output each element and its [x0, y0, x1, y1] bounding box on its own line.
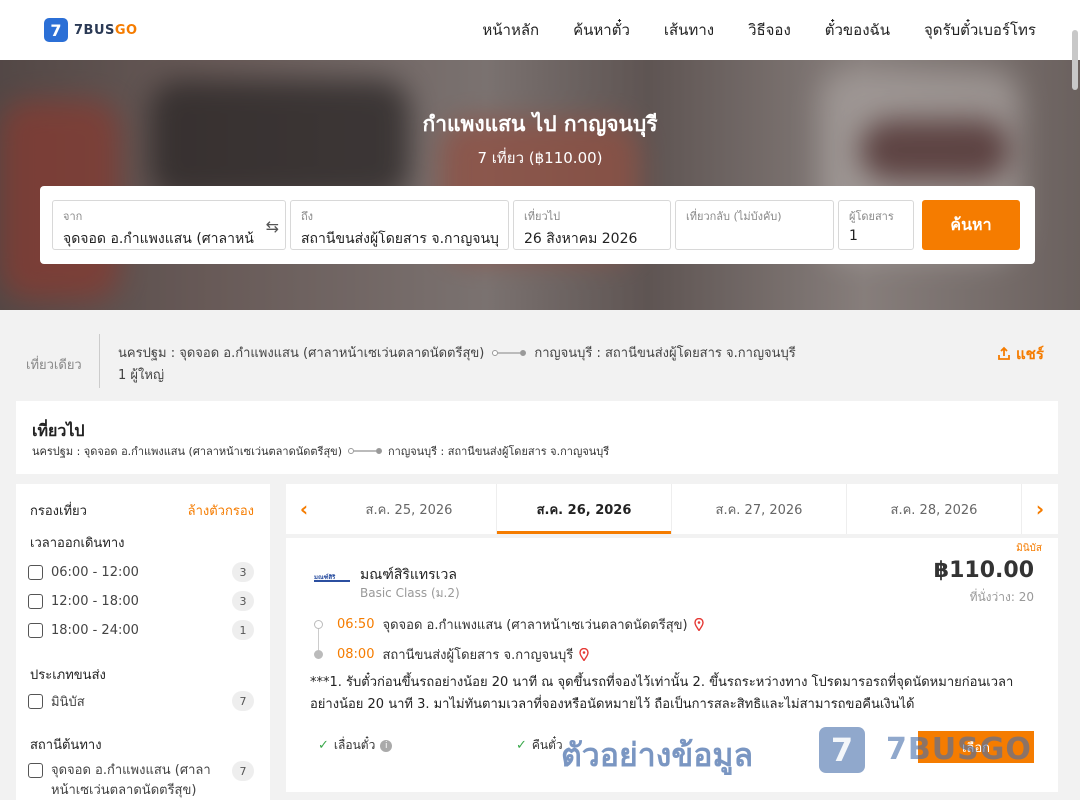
- depart-date-field[interactable]: เที่ยวไป 26 สิงหาคม 2026: [513, 200, 671, 250]
- date-tab-selected[interactable]: ส.ค. 26, 2026: [497, 484, 672, 534]
- trip-note: ***1. รับตั๋วก่อนขึ้นรถอย่างน้อย 20 นาที…: [310, 675, 1014, 712]
- nav-search-tickets[interactable]: ค้นหาตั๋ว: [573, 18, 630, 42]
- filter-section-transport-type: ประเภทขนส่ง: [30, 668, 106, 683]
- filter-option[interactable]: มินิบัส 7: [28, 690, 254, 712]
- search-bar: จาก จุดจอด อ.กำแพงแสน (ศาลาหน้าเซเว่นตลา…: [40, 186, 1035, 264]
- outbound-route: นครปฐม : จุดจอด อ.กำแพงแสน (ศาลาหน้าเซเว…: [32, 445, 610, 458]
- swap-icon[interactable]: ⇆: [266, 217, 279, 236]
- top-nav: 7 7BUSGO หน้าหลัก ค้นหาตั๋ว เส้นทาง วิธี…: [0, 0, 1080, 60]
- share-icon: [998, 346, 1010, 360]
- feature-refund: ✓ คืนตั๋ว: [516, 738, 563, 753]
- nav-my-tickets[interactable]: ตั๋วของฉัน: [825, 18, 890, 42]
- passengers-field[interactable]: ผู้โดยสาร 1: [838, 200, 914, 250]
- chevron-left-icon[interactable]: ‹: [286, 497, 322, 521]
- main-nav: หน้าหลัก ค้นหาตั๋ว เส้นทาง วิธีจอง ตั๋วข…: [482, 18, 1036, 42]
- passenger-count: 1 ผู้ใหญ่: [118, 368, 165, 383]
- date-tab[interactable]: ส.ค. 27, 2026: [672, 484, 847, 534]
- filter-option[interactable]: 18:00 - 24:00 1: [28, 619, 254, 641]
- map-pin-icon[interactable]: [693, 617, 704, 631]
- return-date-field[interactable]: เที่ยวกลับ (ไม่บังคับ): [675, 200, 834, 250]
- departure-stop: 06:50 จุดจอด อ.กำแพงแสน (ศาลาหน้าเซเว่นต…: [314, 614, 734, 634]
- search-button[interactable]: ค้นหา: [922, 200, 1020, 250]
- summary-route: นครปฐม : จุดจอด อ.กำแพงแสน (ศาลาหน้าเซเว…: [118, 346, 796, 361]
- filter-option[interactable]: จุดจอด อ.กำแพงแสน (ศาลา หน้าเซเว่นตลาดนัด…: [28, 761, 254, 800]
- clear-filters-link[interactable]: ล้างตัวกรอง: [188, 500, 254, 521]
- filter-title: กรองเที่ยว: [30, 504, 87, 519]
- hero-banner: กำแพงแสน ไป กาญจนบุรี 7 เที่ยว (฿110.00): [0, 60, 1080, 310]
- route-subtitle: 7 เที่ยว (฿110.00): [477, 149, 603, 167]
- filter-option[interactable]: 12:00 - 18:00 3: [28, 590, 254, 612]
- checkbox[interactable]: [28, 763, 43, 778]
- nav-how-to-book[interactable]: วิธีจอง: [748, 18, 791, 42]
- checkbox[interactable]: [28, 564, 43, 580]
- transport-type-badge: มินิบัส: [1016, 543, 1042, 554]
- feature-reschedule: ✓ เลื่อนตั๋ว i: [318, 736, 393, 755]
- check-icon: ✓: [516, 738, 527, 753]
- outbound-header: เที่ยวไป นครปฐม : จุดจอด อ.กำแพงแสน (ศาล…: [16, 401, 1058, 474]
- route-line-icon: [492, 349, 527, 356]
- route-title: กำแพงแสน ไป กาญจนบุรี: [422, 112, 658, 136]
- filter-section-origin-station: สถานีต้นทาง: [30, 738, 102, 753]
- trip-type: เที่ยวเดียว: [26, 358, 82, 373]
- sample-watermark-text: ตัวอย่างข้อมูล: [561, 736, 754, 774]
- brand-badge: 7: [44, 18, 68, 42]
- share-button[interactable]: แชร์: [996, 342, 1044, 366]
- service-class: Basic Class (ม.2): [360, 586, 460, 600]
- arrival-stop: 08:00 สถานีขนส่งผู้โดยสาร จ.กาญจนบุรี: [314, 644, 734, 664]
- ticket-price: ฿110.00: [933, 558, 1034, 583]
- watermark-logo-badge: 7: [819, 727, 865, 773]
- route-line-icon: [347, 448, 382, 454]
- checkbox[interactable]: [28, 593, 43, 609]
- page-scrollbar[interactable]: [1072, 30, 1078, 90]
- filter-option[interactable]: 06:00 - 12:00 3: [28, 561, 254, 583]
- map-pin-icon[interactable]: [579, 647, 589, 661]
- nav-pickup-points[interactable]: จุดรับตั๋วเบอร์โทร: [924, 18, 1036, 42]
- filter-section-departure-time: เวลาออกเดินทาง: [30, 536, 125, 551]
- brand-name: 7BUSGO: [74, 22, 138, 38]
- nav-home[interactable]: หน้าหลัก: [482, 18, 539, 42]
- chevron-right-icon[interactable]: ›: [1022, 497, 1058, 521]
- trip-summary: เที่ยวเดียว นครปฐม : จุดจอด อ.กำแพงแสน (…: [0, 326, 1080, 392]
- date-tab[interactable]: ส.ค. 28, 2026: [847, 484, 1022, 534]
- checkbox[interactable]: [28, 693, 43, 709]
- check-icon: ✓: [318, 738, 329, 753]
- operator-name: มณฑ์สิริแทรเวล: [360, 567, 457, 583]
- from-field[interactable]: จาก จุดจอด อ.กำแพงแสน (ศาลาหน้าเซเว่นตลา…: [52, 200, 286, 250]
- date-tabs: ‹ ส.ค. 25, 2026 ส.ค. 26, 2026 ส.ค. 27, 2…: [286, 484, 1058, 534]
- outbound-title: เที่ยวไป: [32, 421, 85, 440]
- nav-routes[interactable]: เส้นทาง: [664, 18, 714, 42]
- info-icon[interactable]: i: [380, 739, 393, 752]
- filter-panel: กรองเที่ยว ล้างตัวกรอง เวลาออกเดินทาง 06…: [16, 484, 270, 800]
- brand-logo[interactable]: 7 7BUSGO: [44, 18, 138, 42]
- operator-logo: มณฑ์สิริ: [314, 572, 350, 582]
- checkbox[interactable]: [28, 622, 43, 638]
- date-tab[interactable]: ส.ค. 25, 2026: [322, 484, 497, 534]
- to-field[interactable]: ถึง สถานีขนส่งผู้โดยสาร จ.กาญจนบุรี: [290, 200, 509, 250]
- watermark-brand: 7BUSGO: [886, 732, 1032, 767]
- seats-available: ที่นั่งว่าง: 20: [969, 590, 1034, 604]
